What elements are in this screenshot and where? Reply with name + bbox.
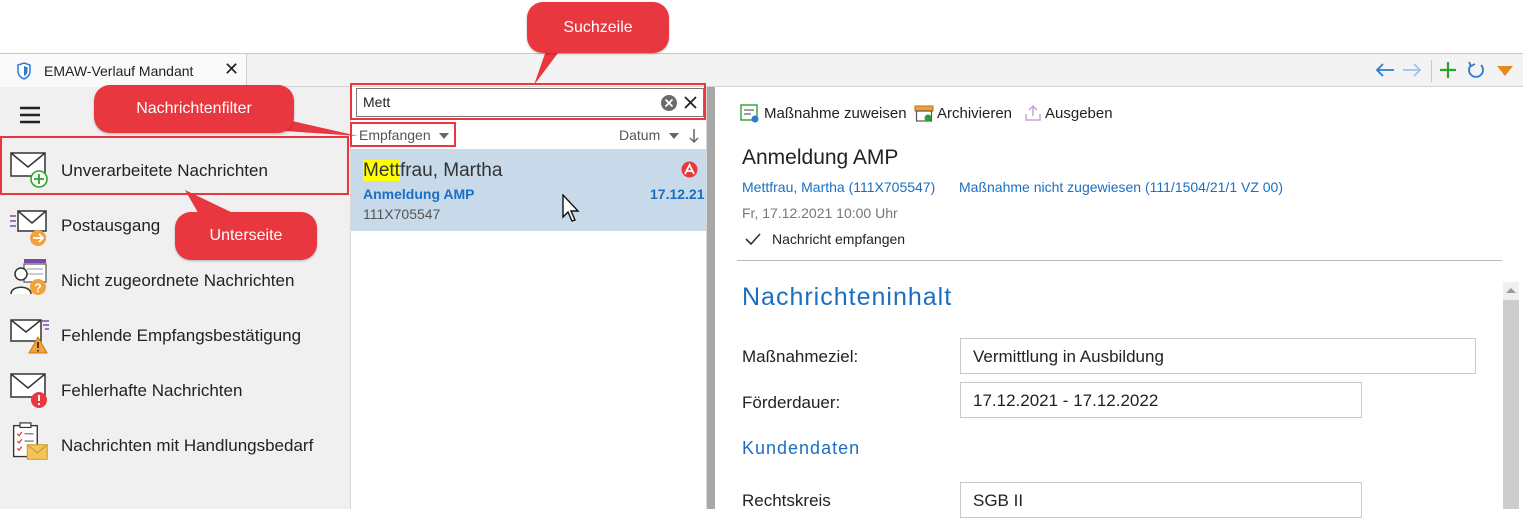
field-label: Maßnahmeziel:	[742, 347, 859, 366]
message-id: 111X705547	[363, 206, 441, 222]
divider	[737, 260, 1502, 261]
sidebar-item-label: Fehlende Empfangsbestätigung	[61, 326, 302, 345]
mail-error-icon	[10, 373, 47, 408]
archive-label: Archivieren	[937, 105, 1013, 122]
person-link[interactable]: Mettfrau, Martha (111X705547)	[742, 179, 935, 195]
back-arrow-icon[interactable]	[1374, 62, 1396, 78]
dropdown-triangle-icon[interactable]	[1496, 65, 1514, 77]
checklist-mail-icon	[12, 422, 48, 460]
sender-name-rest: frau, Martha	[399, 160, 503, 181]
callout-nachrichtenfilter: Nachrichtenfilter	[94, 85, 294, 133]
checkmark-icon	[745, 233, 761, 245]
sort-label: Datum	[619, 127, 661, 143]
message-title: Anmeldung AMP	[742, 146, 899, 169]
export-icon	[1025, 104, 1041, 121]
filter-highlight-box	[350, 122, 456, 147]
sidebar-item-nicht-zugeordnet[interactable]: ? Nicht zugeordnete Nachrichten	[0, 252, 350, 307]
rechtskreis-field[interactable]: SGB II	[960, 482, 1362, 518]
sidebar-item-fehlende-empfangsbestaetigung[interactable]: Fehlende Empfangsbestätigung	[0, 307, 350, 362]
agency-logo-icon	[681, 161, 698, 178]
chevron-down-icon	[669, 133, 679, 139]
scroll-up-icon[interactable]	[1505, 286, 1517, 294]
unterseite-highlight-box	[0, 136, 349, 195]
sidebar-item-label: Fehlerhafte Nachrichten	[61, 381, 243, 400]
sort-descending-icon[interactable]	[689, 128, 699, 144]
assign-label: Maßnahme zuweisen	[764, 105, 907, 122]
mail-outbox-icon	[10, 210, 47, 246]
search-highlight: Mett	[363, 160, 400, 181]
tab-title: EMAW-Verlauf Mandant	[44, 63, 194, 79]
mouse-cursor-icon	[562, 194, 580, 222]
mail-warning-icon	[10, 319, 49, 354]
toolbar-divider	[1431, 60, 1432, 82]
message-subject: Anmeldung AMP	[363, 186, 475, 202]
svg-text:?: ?	[34, 281, 41, 295]
sidebar-item-label: Nicht zugeordnete Nachrichten	[61, 271, 295, 290]
field-label: Rechtskreis	[742, 491, 831, 510]
sidebar-item-fehlerhafte[interactable]: Fehlerhafte Nachrichten	[0, 362, 350, 417]
measure-link[interactable]: Maßnahme nicht zugewiesen (111/1504/21/1…	[959, 179, 1283, 195]
refresh-icon[interactable]	[1466, 60, 1486, 80]
subsection-title: Kundendaten	[742, 438, 861, 458]
field-label: Förderdauer:	[742, 393, 841, 412]
section-title: Nachrichteninhalt	[742, 283, 953, 311]
foerderdauer-field[interactable]: 17.12.2021 - 17.12.2022	[960, 382, 1362, 418]
message-sender: Mettfrau, Martha	[363, 160, 502, 182]
list-item[interactable]: Mettfrau, Martha Anmeldung AMP 17.12.21 …	[351, 149, 706, 231]
sidebar-item-label: Postausgang	[61, 216, 161, 235]
tab-bar: EMAW-Verlauf Mandant ✕	[0, 53, 1523, 87]
sidebar-item-label: Nachrichten mit Handlungsbedarf	[61, 436, 314, 455]
callout-unterseite: Unterseite	[175, 212, 317, 260]
add-plus-icon[interactable]	[1438, 60, 1458, 80]
user-question-icon: ?	[10, 259, 47, 295]
sort-dropdown[interactable]: Datum	[619, 124, 707, 146]
callout-suchzeile: Suchzeile	[527, 2, 669, 53]
massnahmeziel-field[interactable]: Vermittlung in Ausbildung	[960, 338, 1476, 374]
scrollbar-thumb[interactable]	[1503, 300, 1519, 509]
search-highlight-box	[350, 83, 706, 120]
assign-icon	[740, 104, 759, 123]
archive-icon	[914, 105, 934, 122]
tab-close-button[interactable]: ✕	[224, 59, 239, 80]
pane-splitter[interactable]	[707, 87, 715, 509]
message-status: Nachricht empfangen	[772, 231, 906, 247]
forward-arrow-icon[interactable]	[1401, 62, 1423, 78]
message-timestamp: Fr, 17.12.2021 10:00 Uhr	[742, 205, 898, 221]
message-date: 17.12.21	[650, 186, 705, 202]
hamburger-menu-icon[interactable]	[19, 106, 41, 124]
shield-icon	[17, 62, 31, 80]
tab-emaw-verlauf[interactable]: EMAW-Verlauf Mandant ✕	[0, 54, 247, 87]
sidebar-item-handlungsbedarf[interactable]: Nachrichten mit Handlungsbedarf	[0, 417, 350, 472]
output-label: Ausgeben	[1045, 105, 1113, 122]
